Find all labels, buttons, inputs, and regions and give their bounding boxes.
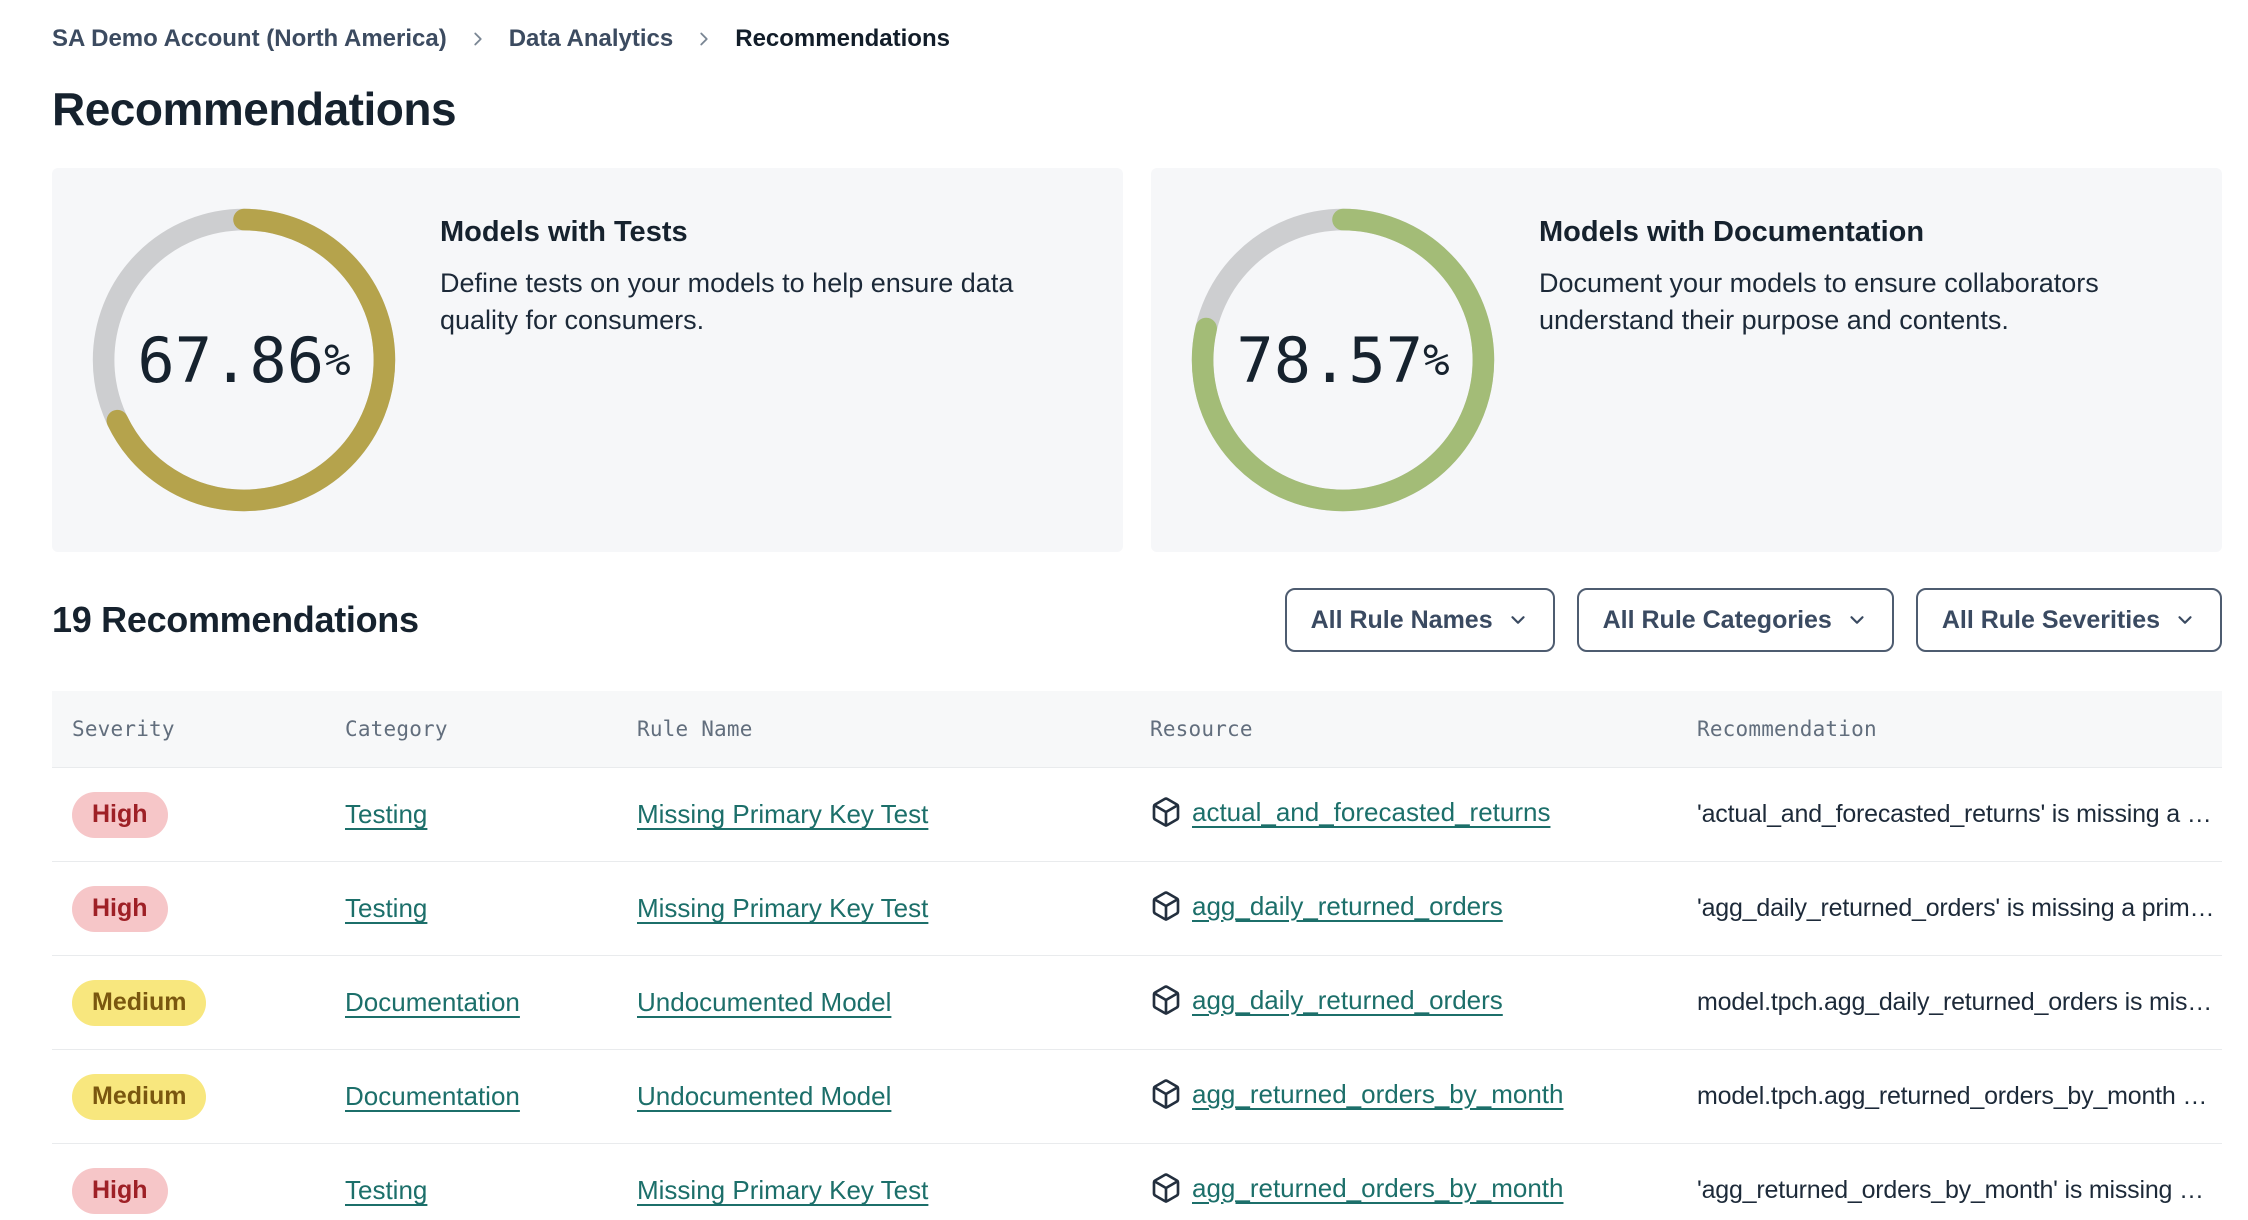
recommendation-text: 'agg_daily_returned_orders' is missing a… <box>1697 894 2215 922</box>
chevron-down-icon <box>1846 609 1868 631</box>
column-header-recommendation: Recommendation <box>1697 717 1877 741</box>
table-row: High Testing Missing Primary Key Test ag… <box>52 861 2222 955</box>
model-cube-icon <box>1150 984 1182 1016</box>
recommendation-text: model.tpch.agg_returned_orders_by_month … <box>1697 1082 2208 1110</box>
resource-link[interactable]: actual_and_forecasted_returns <box>1150 796 1550 828</box>
severity-badge: High <box>72 1167 168 1214</box>
documentation-card-description: Document your models to ensure collabora… <box>1539 268 2099 335</box>
model-cube-icon <box>1150 1078 1182 1110</box>
column-header-rule-name: Rule Name <box>637 717 753 741</box>
recommendations-page: SA Demo Account (North America) Data Ana… <box>52 0 2222 1220</box>
breadcrumb-current: Recommendations <box>735 25 950 52</box>
recommendations-table: Severity Category Rule Name Resource Rec… <box>52 691 2222 1220</box>
resource-link[interactable]: agg_daily_returned_orders <box>1150 984 1503 1016</box>
category-link[interactable]: Documentation <box>345 1081 520 1111</box>
column-header-resource: Resource <box>1150 717 1253 741</box>
resource-name: agg_daily_returned_orders <box>1192 984 1503 1015</box>
rule-categories-filter-label: All Rule Categories <box>1602 605 1832 634</box>
category-link[interactable]: Testing <box>345 893 427 923</box>
models-with-tests-card: 67.86% Models with Tests Define tests on… <box>52 168 1123 552</box>
category-link[interactable]: Testing <box>345 799 427 829</box>
rule-name-link[interactable]: Undocumented Model <box>637 1081 891 1111</box>
documentation-donut-chart: 78.57% <box>1181 198 1505 522</box>
severity-badge: Medium <box>72 1073 207 1120</box>
model-cube-icon <box>1150 796 1182 828</box>
table-row: High Testing Missing Primary Key Test ag… <box>52 1143 2222 1220</box>
recommendation-text: model.tpch.agg_daily_returned_orders is … <box>1697 988 2213 1016</box>
resource-link[interactable]: agg_daily_returned_orders <box>1150 890 1503 922</box>
chevron-down-icon <box>1507 609 1529 631</box>
chevron-right-icon <box>467 28 489 50</box>
tests-percentage: 67.86% <box>82 198 406 522</box>
tests-percentage-value: 67.86 <box>137 323 325 397</box>
resource-name: agg_returned_orders_by_month <box>1192 1172 1564 1203</box>
tests-donut-chart: 67.86% <box>82 198 406 522</box>
severity-badge: High <box>72 885 168 932</box>
documentation-card-text: Models with Documentation Document your … <box>1539 216 2222 339</box>
table-header: Severity Category Rule Name Resource Rec… <box>52 691 2222 767</box>
table-row: Medium Documentation Undocumented Model … <box>52 955 2222 1049</box>
tests-card-title: Models with Tests <box>440 216 688 248</box>
column-header-category: Category <box>345 717 448 741</box>
rule-names-filter-label: All Rule Names <box>1310 605 1493 634</box>
table-row: Medium Documentation Undocumented Model … <box>52 1049 2222 1143</box>
tests-card-description: Define tests on your models to help ensu… <box>440 268 1014 335</box>
recommendation-text: 'agg_returned_orders_by_month' is missin… <box>1697 1176 2204 1204</box>
rule-severities-filter-dropdown[interactable]: All Rule Severities <box>1915 588 2222 652</box>
rule-categories-filter-dropdown[interactable]: All Rule Categories <box>1576 588 1894 652</box>
recommendations-count-heading: 19 Recommendations <box>52 599 419 640</box>
rule-name-link[interactable]: Missing Primary Key Test <box>637 1175 928 1205</box>
percent-sign: % <box>1423 334 1450 386</box>
rule-name-link[interactable]: Missing Primary Key Test <box>637 799 928 829</box>
metric-cards: 67.86% Models with Tests Define tests on… <box>52 168 2222 552</box>
recommendation-text: 'actual_and_forecasted_returns' is missi… <box>1697 800 2212 828</box>
rule-name-link[interactable]: Undocumented Model <box>637 987 891 1017</box>
filters: All Rule Names All Rule Categories All R… <box>1284 588 2222 652</box>
resource-link[interactable]: agg_returned_orders_by_month <box>1150 1078 1563 1110</box>
model-cube-icon <box>1150 1172 1182 1204</box>
resource-name: actual_and_forecasted_returns <box>1192 796 1551 827</box>
tests-card-text: Models with Tests Define tests on your m… <box>440 216 1123 339</box>
resource-name: agg_returned_orders_by_month <box>1192 1078 1564 1109</box>
models-with-documentation-card: 78.57% Models with Documentation Documen… <box>1151 168 2222 552</box>
model-cube-icon <box>1150 890 1182 922</box>
percent-sign: % <box>324 334 351 386</box>
resource-link[interactable]: agg_returned_orders_by_month <box>1150 1172 1563 1204</box>
resource-name: agg_daily_returned_orders <box>1192 890 1503 921</box>
recommendations-toolbar: 19 Recommendations All Rule Names All Ru… <box>52 588 2222 652</box>
severity-badge: High <box>72 791 168 838</box>
rule-name-link[interactable]: Missing Primary Key Test <box>637 893 928 923</box>
breadcrumb-account-link[interactable]: SA Demo Account (North America) <box>52 25 447 53</box>
rule-severities-filter-label: All Rule Severities <box>1941 605 2160 634</box>
chevron-down-icon <box>2174 609 2196 631</box>
documentation-percentage-value: 78.57 <box>1236 323 1424 397</box>
documentation-card-title: Models with Documentation <box>1539 216 1925 248</box>
breadcrumb: SA Demo Account (North America) Data Ana… <box>52 22 2222 56</box>
documentation-percentage: 78.57% <box>1181 198 1505 522</box>
rule-names-filter-dropdown[interactable]: All Rule Names <box>1284 588 1555 652</box>
breadcrumb-project-link[interactable]: Data Analytics <box>509 25 674 53</box>
chevron-right-icon <box>693 28 715 50</box>
category-link[interactable]: Documentation <box>345 987 520 1017</box>
page-title: Recommendations <box>52 83 457 135</box>
category-link[interactable]: Testing <box>345 1175 427 1205</box>
table-row: High Testing Missing Primary Key Test ac… <box>52 767 2222 861</box>
severity-badge: Medium <box>72 979 207 1026</box>
column-header-severity: Severity <box>72 717 175 741</box>
